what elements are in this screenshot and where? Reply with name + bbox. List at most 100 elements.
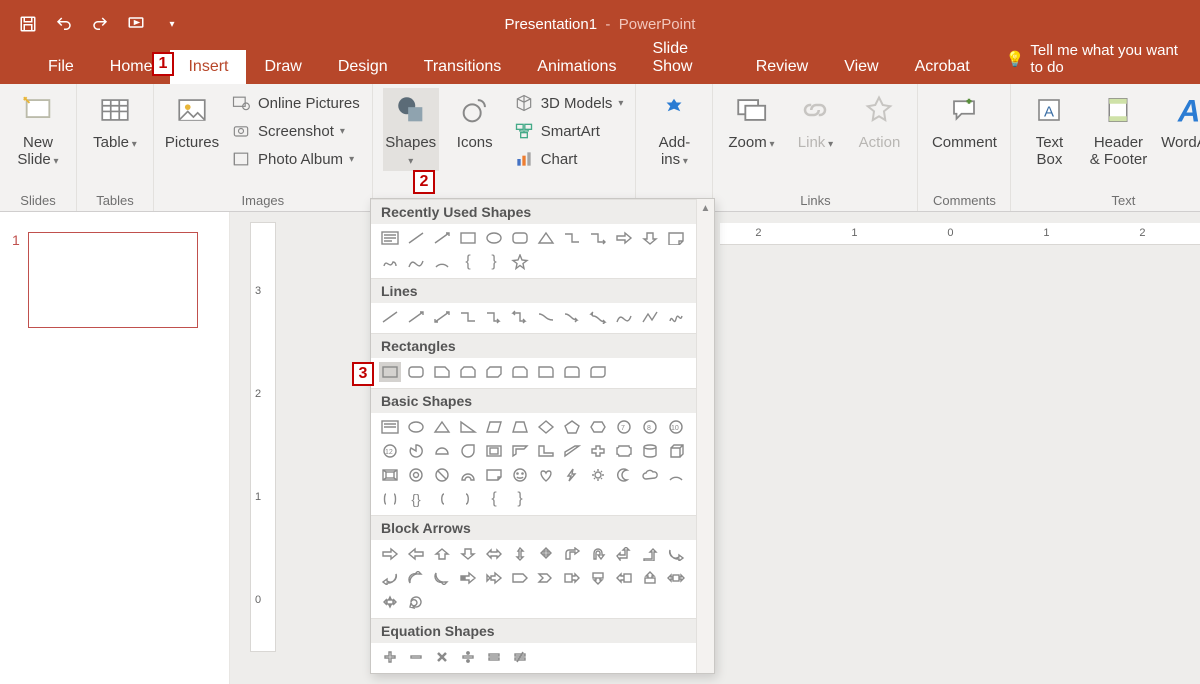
wordart-button[interactable]: A WordArt: [1159, 88, 1200, 151]
shape-right-brace[interactable]: }: [483, 252, 505, 272]
comment-button[interactable]: Comment: [928, 88, 1000, 151]
shape-round-diag[interactable]: [587, 362, 609, 382]
shape-line[interactable]: [379, 307, 401, 327]
shape-triangle[interactable]: [535, 228, 557, 248]
shape-arrow-right[interactable]: [613, 228, 635, 248]
shape-minus[interactable]: [405, 647, 427, 667]
shape-arrow-callout-u[interactable]: [639, 568, 661, 588]
tab-slideshow[interactable]: Slide Show: [634, 32, 737, 84]
shape-no[interactable]: [431, 465, 453, 485]
shape-snip-same[interactable]: [457, 362, 479, 382]
shape-circular-arrow[interactable]: [405, 592, 427, 612]
shape-connector-elbow-arrow[interactable]: [587, 228, 609, 248]
shape-curved[interactable]: [535, 307, 557, 327]
shape-line-double-arrow[interactable]: [431, 307, 453, 327]
shape-line-arrow[interactable]: [405, 307, 427, 327]
shape-heart[interactable]: [535, 465, 557, 485]
link-button[interactable]: Link: [787, 88, 843, 151]
shape-block-arc[interactable]: [457, 465, 479, 485]
shape-folded-corner[interactable]: [665, 228, 687, 248]
shape-hexagon[interactable]: [587, 417, 609, 437]
shape-curved-double[interactable]: [587, 307, 609, 327]
shape-arrow-uturn[interactable]: [587, 544, 609, 564]
shape-arrow-updown[interactable]: [509, 544, 531, 564]
shape-moon[interactable]: [613, 465, 635, 485]
shape-divide[interactable]: [457, 647, 479, 667]
shape-plus[interactable]: [587, 441, 609, 461]
tab-insert[interactable]: Insert: [170, 50, 246, 84]
shape-sun[interactable]: [587, 465, 609, 485]
start-slideshow-button[interactable]: [120, 8, 152, 40]
shape-arrow-callout-d[interactable]: [587, 568, 609, 588]
slide-thumbnail-1[interactable]: 1: [12, 232, 217, 328]
tab-design[interactable]: Design: [320, 50, 406, 84]
shape-oval[interactable]: [405, 417, 427, 437]
header-footer-button[interactable]: Header & Footer: [1085, 88, 1151, 169]
shape-arrow-curved-down[interactable]: [431, 568, 453, 588]
icons-button[interactable]: Icons: [447, 88, 503, 151]
shape-connector-elbow[interactable]: [561, 228, 583, 248]
shape-right-brace2[interactable]: }: [509, 489, 531, 509]
shape-snip-diag[interactable]: [483, 362, 505, 382]
shape-arrow-bent[interactable]: [561, 544, 583, 564]
shape-trapezoid[interactable]: [509, 417, 531, 437]
shape-elbow-arrow[interactable]: [483, 307, 505, 327]
shape-left-bracket[interactable]: [431, 489, 453, 509]
shape-pentagon[interactable]: [561, 417, 583, 437]
shape-arrow-callout-quad[interactable]: [379, 592, 401, 612]
shape-triangle[interactable]: [431, 417, 453, 437]
shape-arrow-striped[interactable]: [457, 568, 479, 588]
shape-freeform2[interactable]: [639, 307, 661, 327]
shape-rectangle[interactable]: [457, 228, 479, 248]
shape-snip-round[interactable]: [509, 362, 531, 382]
shape-right-triangle[interactable]: [457, 417, 479, 437]
shape-pie[interactable]: [405, 441, 427, 461]
shape-arc[interactable]: [431, 252, 453, 272]
shape-arrow-curved-up[interactable]: [405, 568, 427, 588]
tab-acrobat[interactable]: Acrobat: [897, 50, 988, 84]
scroll-up-icon[interactable]: ▲: [697, 199, 714, 217]
tab-animations[interactable]: Animations: [519, 50, 634, 84]
shape-equal[interactable]: [483, 647, 505, 667]
shape-scribble[interactable]: [665, 307, 687, 327]
qat-customize-button[interactable]: ▾: [156, 8, 188, 40]
shape-arrow-down[interactable]: [457, 544, 479, 564]
redo-button[interactable]: [84, 8, 116, 40]
shape-cube[interactable]: [665, 441, 687, 461]
shape-smiley[interactable]: [509, 465, 531, 485]
shape-curve[interactable]: [405, 252, 427, 272]
shape-bevel[interactable]: [379, 465, 401, 485]
tab-transitions[interactable]: Transitions: [406, 50, 520, 84]
shape-l[interactable]: [535, 441, 557, 461]
new-slide-button[interactable]: New Slide: [10, 88, 66, 169]
save-button[interactable]: [12, 8, 44, 40]
screenshot-button[interactable]: Screenshot: [228, 118, 362, 144]
shape-arrow-curved-left[interactable]: [379, 568, 401, 588]
shape-folded-corner[interactable]: [483, 465, 505, 485]
shape-arrow-callout-r[interactable]: [561, 568, 583, 588]
shape-parallelogram[interactable]: [483, 417, 505, 437]
shape-cloud[interactable]: [639, 465, 661, 485]
shape-arrow-right[interactable]: [379, 544, 401, 564]
shape-donut[interactable]: [405, 465, 427, 485]
shape-plus[interactable]: [379, 647, 401, 667]
shape-lightning[interactable]: [561, 465, 583, 485]
shape-elbow-double[interactable]: [509, 307, 531, 327]
shape-arrow-up[interactable]: [431, 544, 453, 564]
tell-me-search[interactable]: 💡 Tell me what you want to do: [988, 34, 1200, 84]
photo-album-button[interactable]: Photo Album: [228, 146, 362, 172]
shape-line[interactable]: [405, 228, 427, 248]
shape-plaque[interactable]: [613, 441, 635, 461]
textbox-button[interactable]: A Text Box: [1021, 88, 1077, 169]
zoom-button[interactable]: Zoom: [723, 88, 779, 151]
tab-draw[interactable]: Draw: [246, 50, 319, 84]
shape-arrow-left[interactable]: [405, 544, 427, 564]
shapes-scrollbar[interactable]: ▲: [696, 199, 714, 673]
shape-double-brace[interactable]: {}: [405, 489, 427, 509]
shape-rectangle[interactable]: [379, 362, 401, 382]
shape-arrow-leftup[interactable]: [613, 544, 635, 564]
shape-arrow-down[interactable]: [639, 228, 661, 248]
undo-button[interactable]: [48, 8, 80, 40]
shape-can[interactable]: [639, 441, 661, 461]
shape-left-brace[interactable]: {: [457, 252, 479, 272]
